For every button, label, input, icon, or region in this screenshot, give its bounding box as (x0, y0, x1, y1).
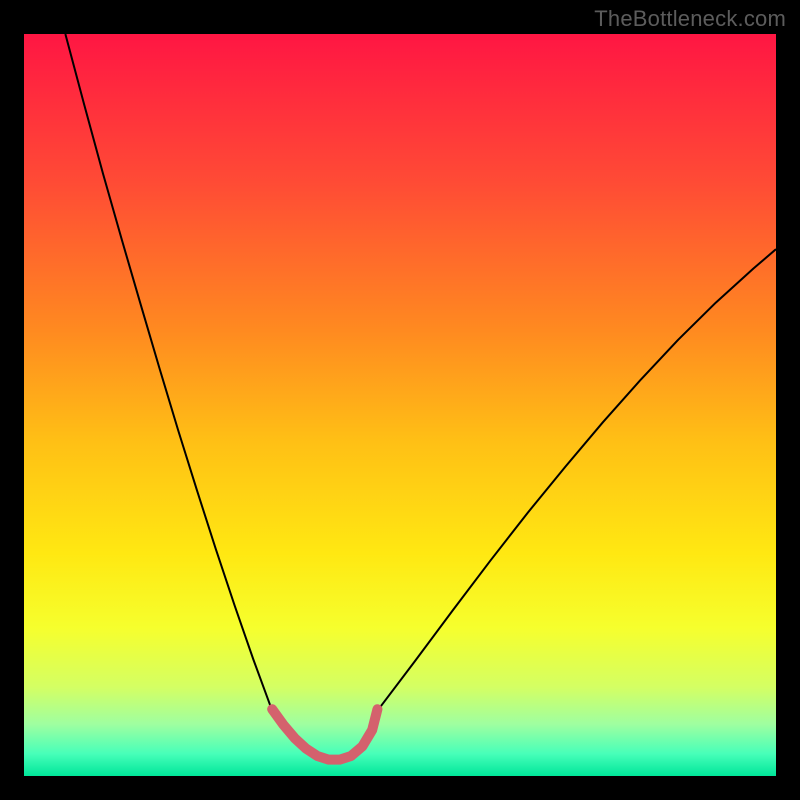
watermark-text: TheBottleneck.com (594, 6, 786, 32)
chart-plot-area (24, 34, 776, 776)
chart-background (24, 34, 776, 776)
chart-frame: TheBottleneck.com (0, 0, 800, 800)
chart-svg (24, 34, 776, 776)
